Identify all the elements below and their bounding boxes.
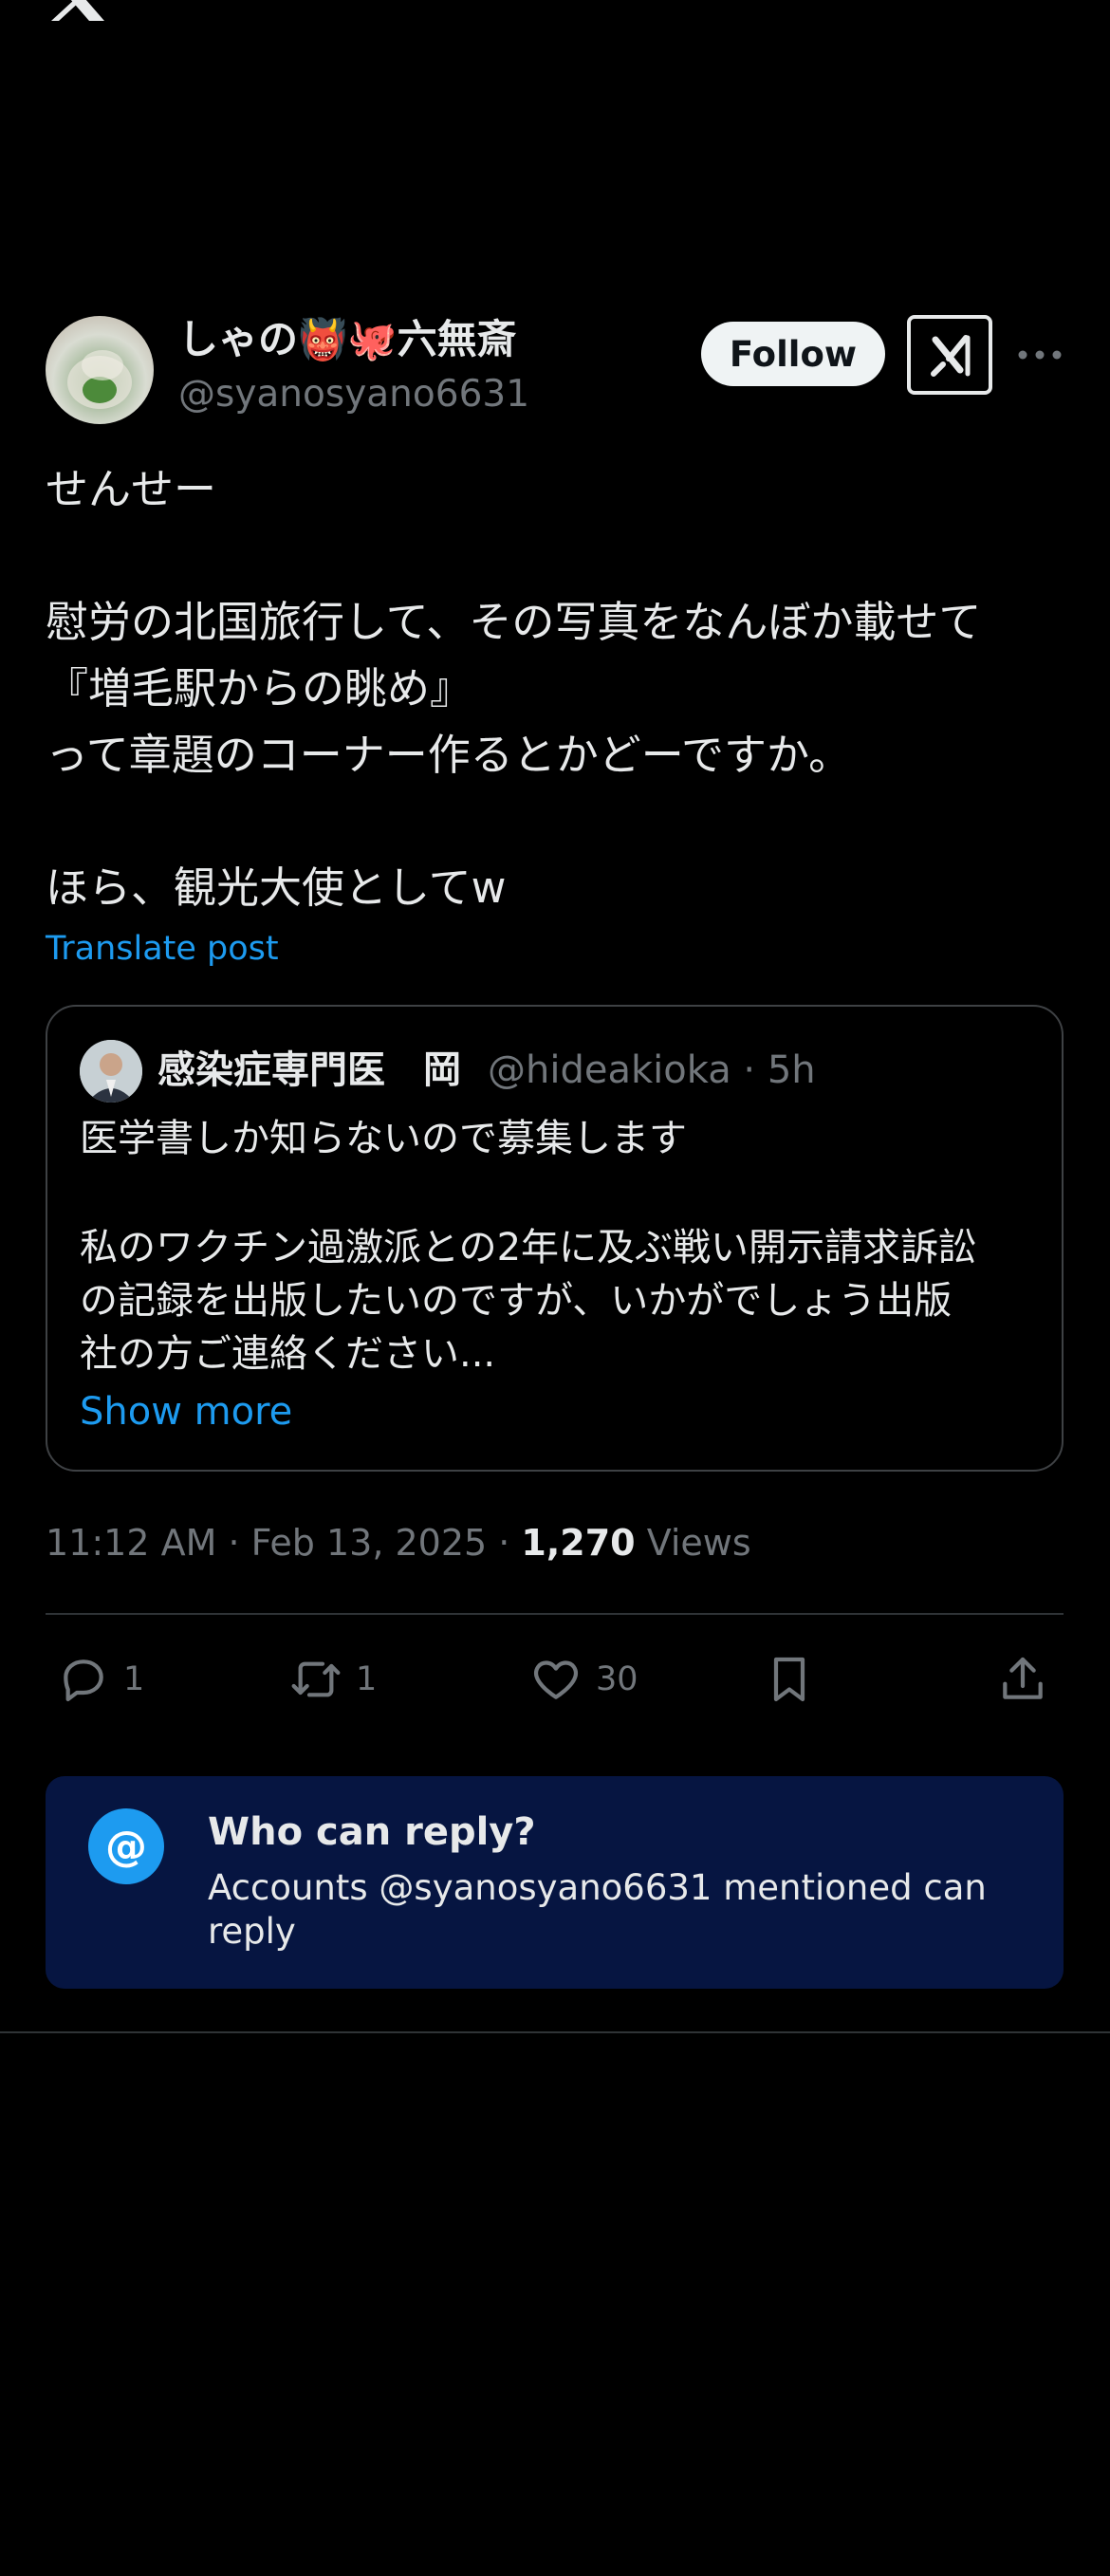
quoted-text-line: 医学書しか知らないので募集します bbox=[80, 1117, 687, 1160]
views-label: Views bbox=[635, 1522, 751, 1564]
x-logo-icon[interactable] bbox=[46, 0, 110, 21]
reply-icon bbox=[64, 1659, 103, 1702]
author-display-name[interactable]: しゃの👹🐙六無斎 bbox=[178, 313, 517, 366]
quoted-author-name: 感染症専門医 岡 bbox=[157, 1048, 461, 1092]
reply-count: 1 bbox=[123, 1660, 145, 1698]
author-avatar[interactable] bbox=[46, 316, 154, 424]
reply-button[interactable]: 1 bbox=[57, 1649, 144, 1710]
quoted-author-avatar bbox=[80, 1040, 142, 1103]
translate-post-link[interactable]: Translate post bbox=[46, 925, 279, 973]
ogre-emoji-icon: 👹 bbox=[298, 316, 348, 362]
repost-count: 1 bbox=[356, 1660, 378, 1698]
grok-icon bbox=[931, 335, 971, 377]
post-text-line: ほら、観光大使としてw bbox=[46, 862, 507, 913]
post-metadata: 11:12 AM · Feb 13, 2025 · 1,270 Views bbox=[46, 1518, 751, 1567]
post-text-line: って章題のコーナー作るとかどーですか。 bbox=[46, 730, 852, 780]
reply-restriction-title: Who can reply? bbox=[208, 1810, 536, 1854]
like-button[interactable]: 30 bbox=[529, 1649, 638, 1710]
quoted-author-handle-time: @hideakioka · 5h bbox=[488, 1048, 816, 1092]
share-icon bbox=[1003, 1657, 1043, 1699]
like-count: 30 bbox=[596, 1660, 638, 1698]
quoted-text-line: 私のワクチン過激派との2年に及ぶ戦い開示請求訴訟 bbox=[80, 1226, 977, 1269]
post-text-line: せんせー bbox=[46, 464, 217, 514]
divider bbox=[46, 1613, 1064, 1615]
views-count: 1,270 bbox=[521, 1522, 636, 1564]
bookmark-button[interactable] bbox=[763, 1649, 816, 1710]
reply-restriction-description: Accounts @syanosyano6631 mentioned can r… bbox=[208, 1867, 987, 1952]
divider bbox=[0, 2031, 1110, 2033]
heart-icon bbox=[533, 1660, 579, 1699]
post-text-line: 『増毛駅からの眺め』 bbox=[46, 663, 473, 713]
quoted-text-line: 社の方ご連絡ください... bbox=[80, 1332, 496, 1376]
octopus-emoji-icon: 🐙 bbox=[347, 316, 398, 362]
post-timestamp[interactable]: 11:12 AM · Feb 13, 2025 · bbox=[46, 1522, 521, 1564]
repost-button[interactable]: 1 bbox=[289, 1649, 377, 1710]
follow-button[interactable]: Follow bbox=[701, 322, 885, 386]
share-button[interactable] bbox=[996, 1649, 1049, 1710]
author-handle[interactable]: @syanosyano6631 bbox=[178, 370, 529, 419]
quoted-text-line: の記録を出版したいのですが、いかがでしょう出版 bbox=[80, 1279, 953, 1323]
mention-icon: @ bbox=[88, 1808, 164, 1884]
more-options-icon[interactable] bbox=[1017, 337, 1063, 373]
bookmark-icon bbox=[773, 1657, 805, 1702]
show-more-link[interactable]: Show more bbox=[80, 1385, 292, 1438]
post-text-line: 慰労の北国旅行して、その写真をなんぼか載せて bbox=[46, 597, 982, 647]
repost-icon bbox=[291, 1661, 341, 1697]
grok-button[interactable] bbox=[907, 315, 992, 395]
